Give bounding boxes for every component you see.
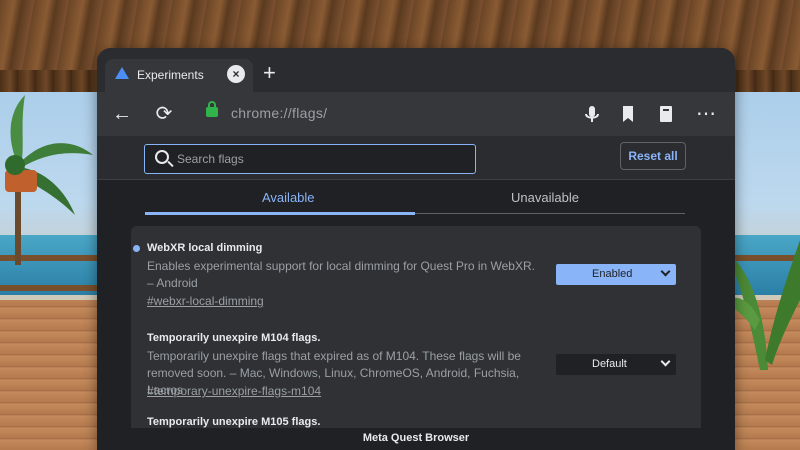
address-bar[interactable]: chrome://flags/ bbox=[231, 105, 327, 121]
flag-select-value: Default bbox=[592, 358, 627, 370]
flag-link[interactable]: #webxr-local-dimming bbox=[147, 294, 264, 308]
flag-link[interactable]: #temporary-unexpire-flags-m104 bbox=[147, 384, 321, 398]
new-tab-button[interactable]: + bbox=[263, 62, 276, 84]
book-icon[interactable] bbox=[655, 103, 677, 125]
search-input[interactable]: Search flags bbox=[144, 144, 476, 174]
flags-tabs: Available Unavailable bbox=[97, 180, 735, 216]
flask-icon bbox=[115, 67, 129, 79]
flags-header: Search flags Reset all bbox=[97, 136, 735, 180]
flag-title: Temporarily unexpire M105 flags. bbox=[147, 416, 321, 428]
flag-item: Temporarily unexpire M104 flags. Tempora… bbox=[131, 332, 701, 402]
browser-toolbar: ← ⟳ chrome://flags/ ⋯ bbox=[97, 92, 735, 136]
reload-icon[interactable]: ⟳ bbox=[153, 103, 175, 125]
palm-tree-icon bbox=[5, 95, 93, 265]
flag-title: Temporarily unexpire M104 flags. bbox=[147, 332, 321, 344]
flag-select[interactable]: Default bbox=[556, 354, 676, 375]
tab-available[interactable]: Available bbox=[262, 190, 315, 205]
flag-description: Enables experimental support for local d… bbox=[147, 259, 535, 290]
bookmark-icon[interactable] bbox=[617, 103, 639, 125]
microphone-icon[interactable] bbox=[581, 103, 603, 125]
tab-strip: Experiments × + bbox=[97, 48, 735, 92]
tab-experiments[interactable]: Experiments × bbox=[105, 59, 253, 92]
flag-select-value: Enabled bbox=[592, 268, 633, 280]
close-icon[interactable]: × bbox=[227, 65, 245, 83]
lock-icon bbox=[206, 101, 218, 117]
chevron-down-icon bbox=[660, 266, 671, 277]
tab-active-indicator bbox=[145, 212, 415, 215]
menu-icon[interactable]: ⋯ bbox=[695, 103, 717, 125]
flag-title: WebXR local dimming bbox=[147, 242, 263, 254]
tab-title: Experiments bbox=[137, 68, 204, 82]
search-placeholder: Search flags bbox=[177, 152, 244, 166]
browser-footer-label: Meta Quest Browser bbox=[97, 428, 735, 450]
flag-select[interactable]: Enabled bbox=[556, 264, 676, 285]
chevron-down-icon bbox=[660, 356, 671, 367]
browser-window: Experiments × + ← ⟳ chrome://flags/ ⋯ Se… bbox=[97, 48, 735, 450]
reset-all-button[interactable]: Reset all bbox=[620, 142, 686, 170]
search-icon bbox=[155, 150, 169, 164]
back-icon[interactable]: ← bbox=[111, 103, 133, 125]
tab-unavailable[interactable]: Unavailable bbox=[511, 190, 579, 205]
modified-dot-icon bbox=[133, 245, 140, 252]
flag-item: WebXR local dimming Enables experimental… bbox=[131, 242, 701, 312]
flags-list: WebXR local dimming Enables experimental… bbox=[131, 226, 701, 436]
railing-left-lower bbox=[0, 285, 110, 291]
